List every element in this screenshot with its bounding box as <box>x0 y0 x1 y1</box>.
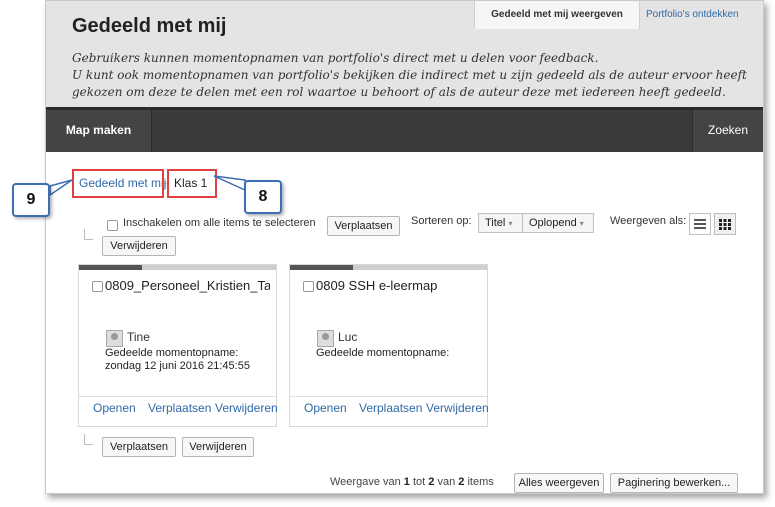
callout-9: 9 <box>12 183 50 217</box>
callout-8: 8 <box>244 180 282 214</box>
callout-pointers <box>49 175 246 197</box>
